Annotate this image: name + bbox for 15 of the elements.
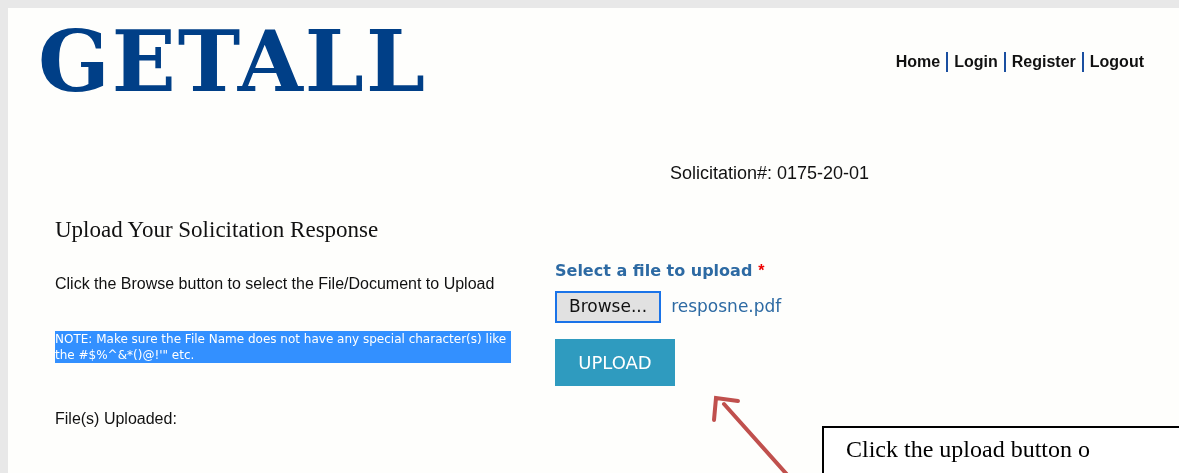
nav-link[interactable]: Logout [1089,50,1144,74]
instructions: Click the Browse button to select the File/Document to Upload [55,273,496,294]
nav-link[interactable]: Login [954,50,998,74]
browse-button[interactable]: Browse... [555,291,662,323]
solicitation-number: Solicitation#: 0175-20-01 [670,162,870,185]
uploaded-files-label: File(s) Uploaded: [55,408,178,429]
nav-link[interactable]: Home [895,50,941,74]
callout-text: Click the upload button o [846,435,1091,464]
field-label: Select a file to upload [555,260,753,282]
file-name: resposne.pdf [671,295,782,318]
note: NOTE: Make sure the File Name does not have any special character(s) like the #$%^&*()@!'" etc. [55,330,511,363]
page-heading: Upload Your Solicitation Response [55,216,380,244]
nav-link[interactable]: Register [1011,50,1076,74]
required-mark: * [758,261,765,281]
logo: GETALL [38,20,427,104]
